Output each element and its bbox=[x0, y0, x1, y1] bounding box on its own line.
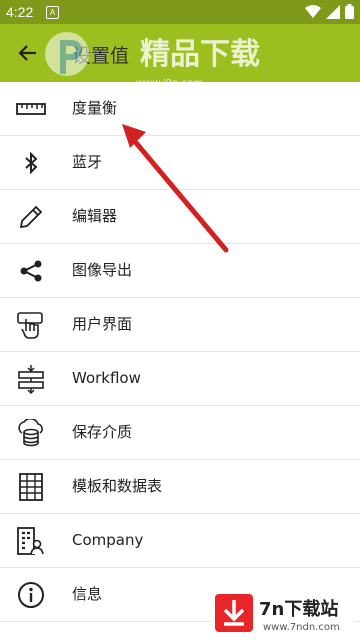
menu-item-label: 保存介质 bbox=[72, 423, 133, 441]
menu-item-image-export[interactable]: 图像导出 bbox=[0, 244, 360, 298]
menu-item-storage[interactable]: 保存介质 bbox=[0, 406, 360, 460]
menu-item-metrics[interactable]: 度量衡 bbox=[0, 82, 360, 136]
menu-item-user-interface[interactable]: 用户界面 bbox=[0, 298, 360, 352]
menu-item-label: 图像导出 bbox=[72, 261, 133, 279]
badge-url: www.7ndn.com bbox=[263, 622, 340, 633]
menu-item-label: 蓝牙 bbox=[72, 153, 103, 171]
app-bar: 设置值 bbox=[0, 24, 360, 82]
menu-item-label: 编辑器 bbox=[72, 207, 118, 225]
grid-table-icon bbox=[14, 470, 48, 504]
status-bar: 4:22 A bbox=[0, 0, 360, 24]
notification-icon: A bbox=[46, 6, 59, 19]
menu-item-label: 信息 bbox=[72, 585, 103, 603]
back-button[interactable] bbox=[14, 39, 42, 67]
ruler-icon bbox=[14, 92, 48, 126]
menu-item-workflow[interactable]: Workflow bbox=[0, 352, 360, 406]
touch-icon bbox=[14, 308, 48, 342]
system-icons bbox=[305, 4, 354, 19]
share-icon bbox=[14, 254, 48, 288]
menu-item-editor[interactable]: 编辑器 bbox=[0, 190, 360, 244]
info-icon bbox=[14, 578, 48, 612]
signal-icon bbox=[326, 4, 340, 19]
company-icon bbox=[14, 524, 48, 558]
menu-item-label: 度量衡 bbox=[72, 99, 118, 117]
battery-icon bbox=[345, 4, 354, 19]
settings-list: 度量衡 蓝牙 编辑器 图像导出 用户界面 Workflow 保存介质 模板和数据… bbox=[0, 82, 360, 622]
bottom-watermark-badge: 7n下载站 www.7ndn.com bbox=[211, 590, 355, 636]
badge-title: 7n下载站 bbox=[259, 598, 338, 620]
wifi-icon bbox=[305, 4, 321, 18]
menu-item-label: 模板和数据表 bbox=[72, 477, 163, 495]
arrow-back-icon bbox=[18, 45, 36, 61]
menu-item-label: Workflow bbox=[72, 369, 141, 387]
menu-item-label: Company bbox=[72, 531, 144, 549]
status-time: 4:22 bbox=[6, 4, 34, 20]
menu-item-templates[interactable]: 模板和数据表 bbox=[0, 460, 360, 514]
workflow-icon bbox=[14, 362, 48, 396]
menu-item-label: 用户界面 bbox=[72, 315, 133, 333]
menu-item-company[interactable]: Company bbox=[0, 514, 360, 568]
page-title: 设置值 bbox=[72, 45, 130, 67]
menu-item-bluetooth[interactable]: 蓝牙 bbox=[0, 136, 360, 190]
pencil-icon bbox=[14, 200, 48, 234]
bluetooth-icon bbox=[14, 146, 48, 180]
cloud-storage-icon bbox=[14, 416, 48, 450]
